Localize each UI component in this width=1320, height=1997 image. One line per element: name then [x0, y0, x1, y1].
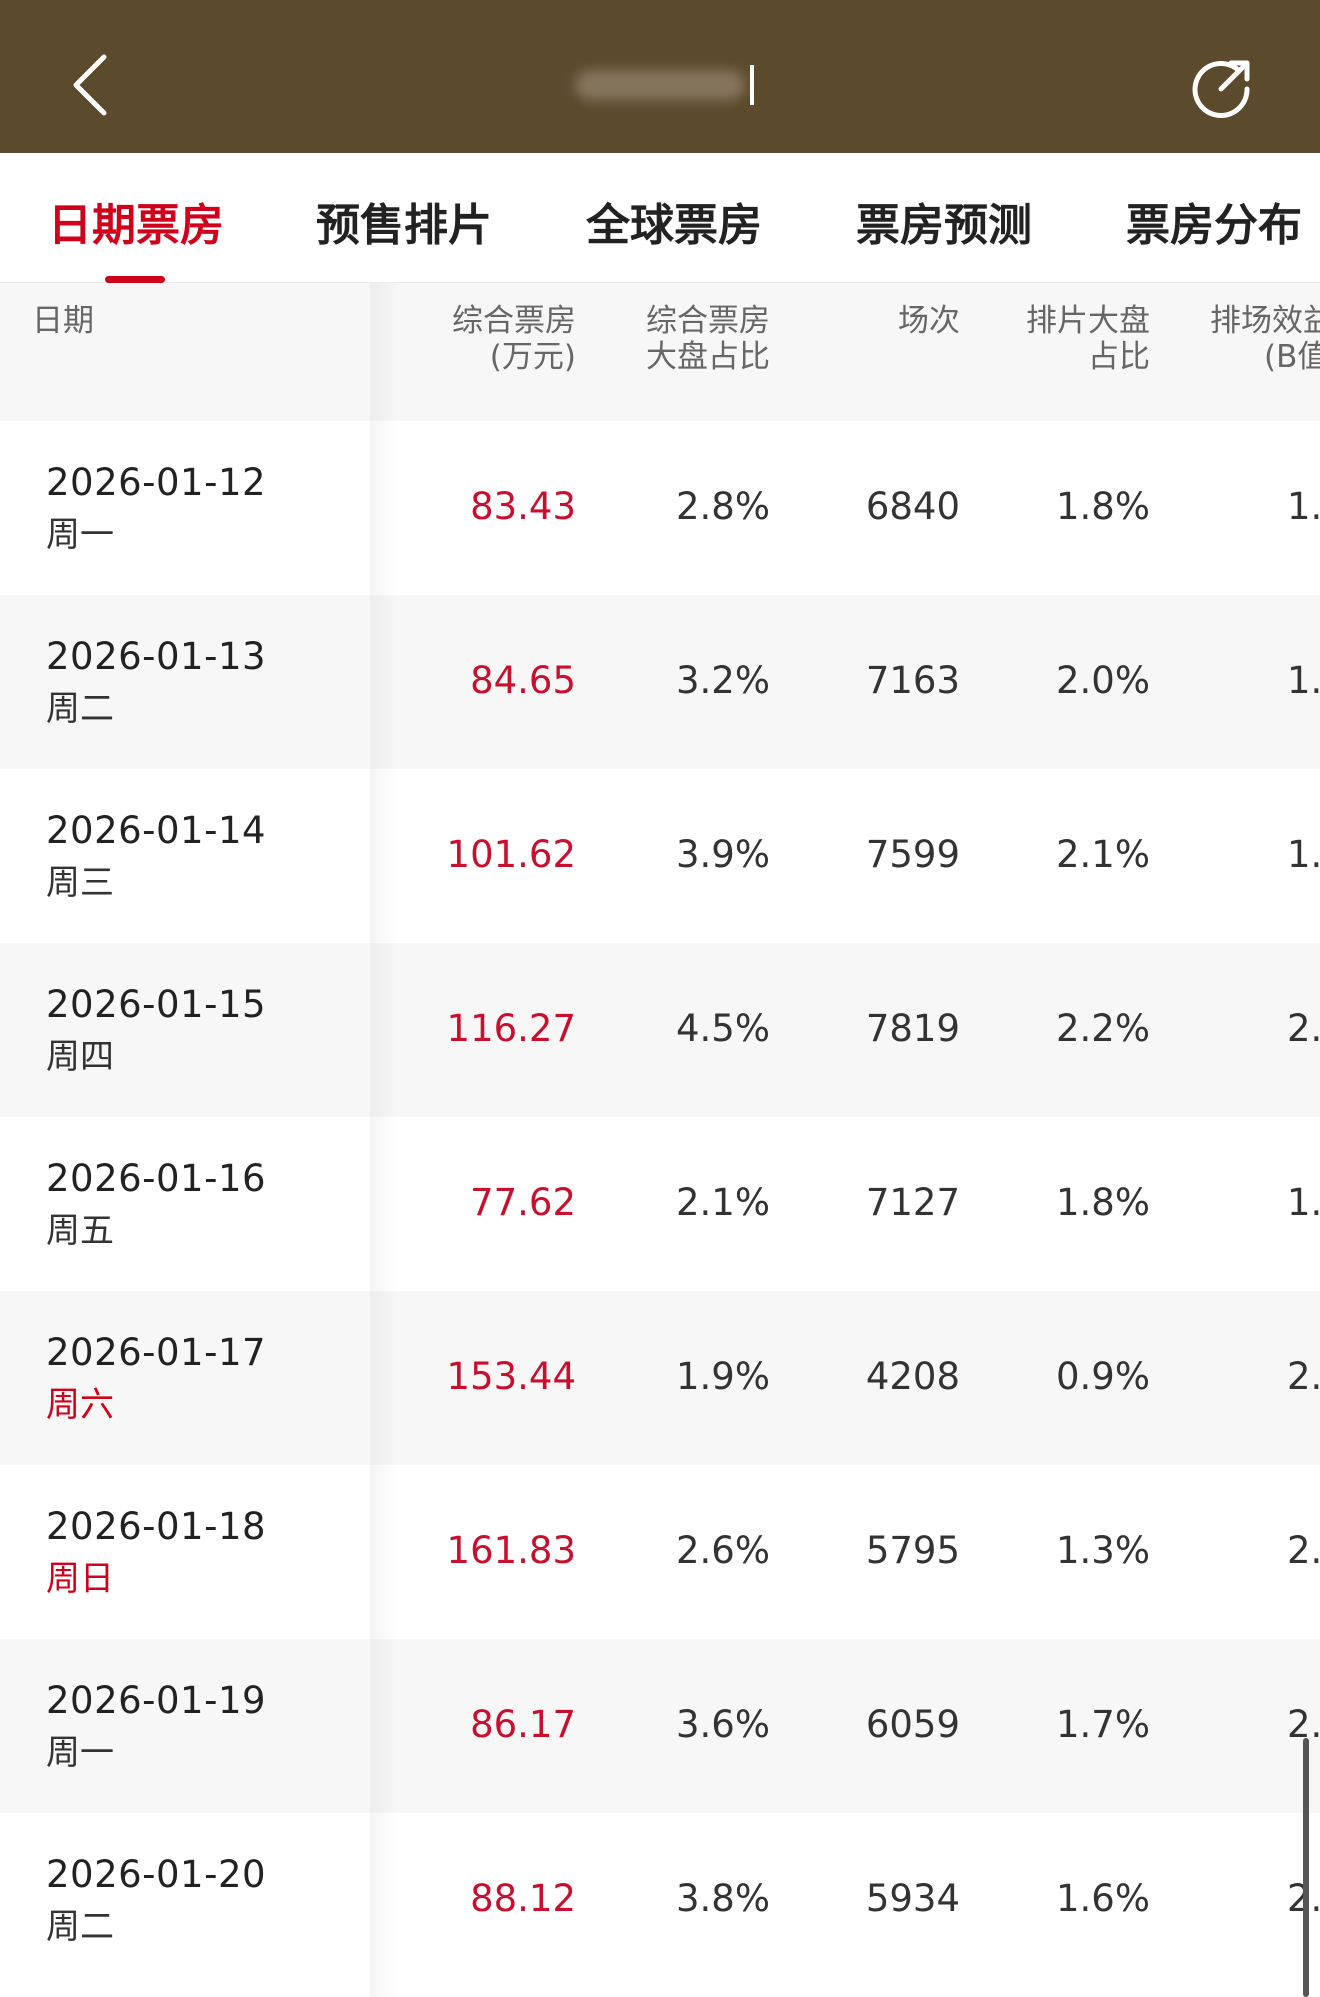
row-weekday: 周一 [46, 1733, 114, 1773]
table-row[interactable]: 2026-01-20 周二 88.12 3.8% 5934 1.6% 2. [0, 1813, 1320, 1987]
row-shows: 7819 [865, 1007, 960, 1050]
row-date: 2026-01-17 [46, 1331, 267, 1374]
row-shows: 5934 [865, 1877, 960, 1920]
table-row[interactable]: 2026-01-17 周六 153.44 1.9% 4208 0.9% 2. [0, 1291, 1320, 1465]
share-icon [1192, 60, 1250, 118]
row-efficiency: 2. [1287, 1529, 1320, 1572]
tab-bar: 日期票房 预售排片 全球票房 票房预测 票房分布 [0, 153, 1320, 283]
row-date: 2026-01-20 [46, 1853, 267, 1896]
row-date: 2026-01-18 [46, 1505, 267, 1548]
header-box-office[interactable]: 综合票房 (万元) [452, 303, 576, 375]
row-efficiency: 2. [1287, 1007, 1320, 1050]
table-header: 日期 综合票房 (万元) 综合票房 大盘占比 场次 排片大盘 占比 排场效益 (… [0, 283, 1320, 421]
row-date: 2026-01-15 [46, 983, 267, 1026]
row-schedule-share: 2.2% [1056, 1007, 1150, 1050]
row-weekday: 周三 [46, 863, 114, 903]
share-button[interactable] [1188, 52, 1258, 122]
row-weekday: 周二 [46, 689, 114, 729]
row-date: 2026-01-12 [46, 461, 267, 504]
row-box-office: 161.83 [446, 1529, 576, 1572]
row-market-share: 2.1% [676, 1181, 770, 1224]
row-schedule-share: 1.3% [1056, 1529, 1150, 1572]
page-title [560, 60, 760, 110]
row-box-office: 153.44 [446, 1355, 576, 1398]
row-box-office: 88.12 [470, 1877, 576, 1920]
back-button[interactable] [60, 45, 120, 125]
row-weekday: 周一 [46, 515, 114, 555]
row-market-share: 3.8% [676, 1877, 770, 1920]
row-market-share: 2.6% [676, 1529, 770, 1572]
row-box-office: 86.17 [470, 1703, 576, 1746]
row-box-office: 101.62 [446, 833, 576, 876]
row-schedule-share: 1.8% [1056, 1181, 1150, 1224]
row-shows: 4208 [865, 1355, 960, 1398]
header-date[interactable]: 日期 [32, 303, 94, 339]
header-shows[interactable]: 场次 [898, 303, 960, 339]
row-date: 2026-01-13 [46, 635, 267, 678]
row-market-share: 4.5% [676, 1007, 770, 1050]
row-weekday: 周二 [46, 1907, 114, 1947]
row-market-share: 3.2% [676, 659, 770, 702]
table-row[interactable]: 2026-01-16 周五 77.62 2.1% 7127 1.8% 1. [0, 1117, 1320, 1291]
chevron-left-icon [73, 54, 107, 116]
tab-presale-schedule[interactable]: 预售排片 [316, 189, 492, 253]
title-caret [750, 65, 754, 105]
header-efficiency[interactable]: 排场效益 (B值 [1210, 303, 1320, 375]
row-box-office: 77.62 [470, 1181, 576, 1224]
row-date: 2026-01-16 [46, 1157, 267, 1200]
tab-daily-box-office[interactable]: 日期票房 [48, 189, 224, 253]
row-weekday: 周五 [46, 1211, 114, 1251]
row-market-share: 1.9% [676, 1355, 770, 1398]
row-date: 2026-01-19 [46, 1679, 267, 1722]
row-shows: 5795 [865, 1529, 960, 1572]
top-bar [0, 0, 1320, 153]
row-schedule-share: 2.0% [1056, 659, 1150, 702]
row-market-share: 2.8% [676, 485, 770, 528]
row-weekday: 周四 [46, 1037, 114, 1077]
vertical-scrollbar[interactable] [1303, 1738, 1309, 1997]
row-shows: 7127 [865, 1181, 960, 1224]
row-date: 2026-01-14 [46, 809, 267, 852]
row-box-office: 116.27 [446, 1007, 576, 1050]
tab-global-box-office[interactable]: 全球票房 [586, 189, 762, 253]
row-shows: 7163 [865, 659, 960, 702]
tab-box-office-forecast[interactable]: 票房预测 [856, 189, 1032, 253]
row-schedule-share: 1.8% [1056, 485, 1150, 528]
row-shows: 6059 [865, 1703, 960, 1746]
row-box-office: 83.43 [470, 485, 576, 528]
row-market-share: 3.9% [676, 833, 770, 876]
table-row[interactable]: 2026-01-14 周三 101.62 3.9% 7599 2.1% 1. [0, 769, 1320, 943]
table-body: 2026-01-12 周一 83.43 2.8% 6840 1.8% 1. 20… [0, 421, 1320, 1987]
row-efficiency: 1. [1287, 485, 1320, 528]
table-row[interactable]: 2026-01-18 周日 161.83 2.6% 5795 1.3% 2. [0, 1465, 1320, 1639]
table-row[interactable]: 2026-01-13 周二 84.65 3.2% 7163 2.0% 1. [0, 595, 1320, 769]
row-box-office: 84.65 [470, 659, 576, 702]
blurred-title [575, 70, 745, 100]
row-efficiency: 1. [1287, 659, 1320, 702]
active-tab-indicator [105, 276, 165, 283]
row-efficiency: 1. [1287, 1181, 1320, 1224]
row-weekday: 周六 [46, 1385, 114, 1425]
header-schedule-share[interactable]: 排片大盘 占比 [1026, 303, 1150, 375]
row-schedule-share: 2.1% [1056, 833, 1150, 876]
row-weekday: 周日 [46, 1559, 114, 1599]
row-schedule-share: 1.6% [1056, 1877, 1150, 1920]
header-market-share[interactable]: 综合票房 大盘占比 [646, 303, 770, 375]
table-row[interactable]: 2026-01-12 周一 83.43 2.8% 6840 1.8% 1. [0, 421, 1320, 595]
tab-box-office-distribution[interactable]: 票房分布 [1126, 189, 1302, 253]
row-schedule-share: 1.7% [1056, 1703, 1150, 1746]
table-row[interactable]: 2026-01-15 周四 116.27 4.5% 7819 2.2% 2. [0, 943, 1320, 1117]
row-schedule-share: 0.9% [1056, 1355, 1150, 1398]
row-market-share: 3.6% [676, 1703, 770, 1746]
row-efficiency: 2. [1287, 1355, 1320, 1398]
row-efficiency: 1. [1287, 833, 1320, 876]
table-row[interactable]: 2026-01-19 周一 86.17 3.6% 6059 1.7% 2. [0, 1639, 1320, 1813]
row-shows: 6840 [865, 485, 960, 528]
row-shows: 7599 [865, 833, 960, 876]
